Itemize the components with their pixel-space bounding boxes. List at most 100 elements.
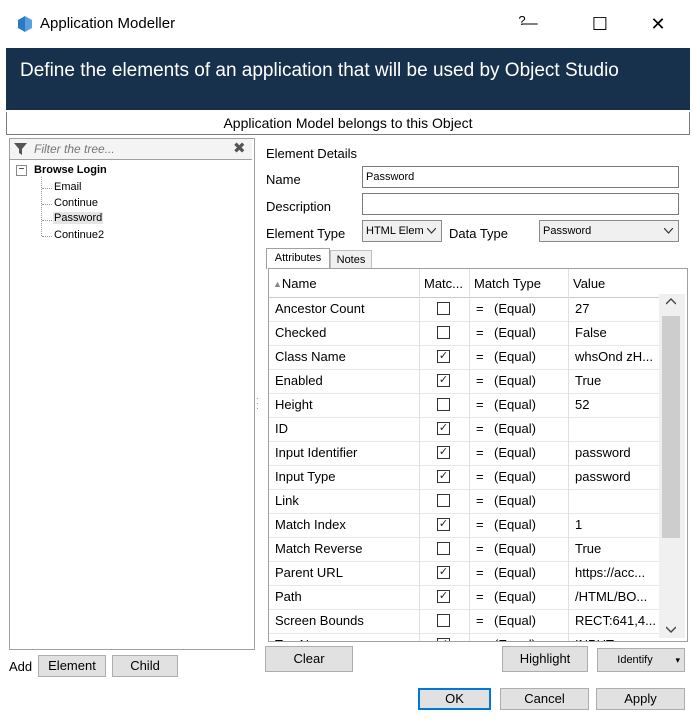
tree-item-email[interactable]: Email <box>54 181 82 193</box>
data-type-value: Password <box>543 225 592 237</box>
match-checkbox[interactable]: ✓ <box>437 374 450 387</box>
table-row[interactable]: Input Type = (Equal) password ✓ <box>269 465 661 490</box>
operator-cell: = <box>476 469 484 484</box>
attribute-name-cell: Ancestor Count <box>269 297 420 321</box>
tab-notes[interactable]: Notes <box>330 250 372 268</box>
chevron-down-icon <box>427 228 436 234</box>
highlight-button[interactable]: Highlight <box>502 646 588 672</box>
name-field[interactable]: Password <box>362 166 679 188</box>
match-checkbox[interactable] <box>437 542 450 555</box>
dropdown-arrow-icon: ▾ <box>675 655 680 665</box>
table-row[interactable]: Link = (Equal) <box>269 489 661 514</box>
tree-line <box>41 177 43 236</box>
tree-branch <box>42 220 52 221</box>
element-details-heading: Element Details <box>266 146 358 161</box>
table-row[interactable]: Tag Name =(Equal)INPUT ✓ <box>269 633 661 641</box>
operator-cell: = <box>476 589 484 604</box>
operator-cell: = <box>476 325 484 340</box>
data-type-select[interactable]: Password <box>539 220 679 242</box>
tree-item-password[interactable]: Password <box>53 212 104 224</box>
match-checkbox[interactable] <box>437 398 450 411</box>
match-type-cell: (Equal) <box>494 561 569 585</box>
match-type-cell: (Equal) <box>494 609 569 633</box>
maximize-icon: ☐ <box>591 13 609 34</box>
operator-cell: = <box>476 349 484 364</box>
data-type-label: Data Type <box>449 226 509 241</box>
match-checkbox[interactable]: ✓ <box>437 446 450 459</box>
tree-branch <box>42 204 52 205</box>
collapse-icon[interactable]: − <box>16 165 27 176</box>
attribute-name-cell: Path <box>269 585 420 609</box>
match-checkbox[interactable]: ✓ <box>437 470 450 483</box>
match-checkbox[interactable] <box>437 614 450 627</box>
table-row[interactable]: Enabled = (Equal) True ✓ <box>269 369 661 394</box>
splitter-grip[interactable]: · · · <box>256 395 259 413</box>
match-checkbox[interactable]: ✓ <box>437 638 450 641</box>
table-row[interactable]: Height = (Equal) 52 <box>269 393 661 418</box>
banner-text: Define the elements of an application th… <box>20 60 619 81</box>
attribute-name-cell: Enabled <box>269 369 420 393</box>
table-row[interactable]: Match Index = (Equal) 1 ✓ <box>269 513 661 538</box>
match-checkbox[interactable]: ✓ <box>437 350 450 363</box>
element-type-select[interactable]: HTML Elem <box>362 220 442 242</box>
close-button[interactable]: ✕ <box>638 8 678 40</box>
table-row[interactable]: Ancestor Count = (Equal) 27 <box>269 297 661 322</box>
help-button[interactable]: ? — <box>508 8 548 40</box>
table-row[interactable]: ID = (Equal) ✓ <box>269 417 661 442</box>
add-element-button[interactable]: Element <box>38 655 106 677</box>
match-checkbox[interactable]: ✓ <box>437 422 450 435</box>
clear-button[interactable]: Clear <box>265 646 353 672</box>
match-checkbox[interactable] <box>437 326 450 339</box>
ok-button[interactable]: OK <box>418 688 491 710</box>
attribute-value-cell: False <box>575 325 607 340</box>
scroll-down-icon[interactable] <box>666 626 676 633</box>
match-type-cell: (Equal) <box>494 441 569 465</box>
table-row[interactable]: Input Identifier = (Equal) password ✓ <box>269 441 661 466</box>
scroll-up-icon[interactable] <box>666 298 676 305</box>
table-row[interactable]: Screen Bounds = (Equal) RECT:641,4... <box>269 609 661 634</box>
operator-cell: = <box>476 445 484 460</box>
tree-root-browse-login[interactable]: Browse Login <box>34 164 107 176</box>
attribute-value-cell: RECT:641,4... <box>575 613 656 628</box>
match-checkbox[interactable]: ✓ <box>437 518 450 531</box>
attribute-name-cell: Screen Bounds <box>269 609 420 633</box>
tree-filter-input[interactable] <box>32 140 226 158</box>
match-checkbox[interactable] <box>437 302 450 315</box>
description-field[interactable] <box>362 193 679 215</box>
scrollbar-thumb[interactable] <box>662 316 680 538</box>
maximize-button[interactable]: ☐ <box>580 8 620 40</box>
match-checkbox[interactable] <box>437 494 450 507</box>
tree-filter-bar: ✖ <box>10 139 252 160</box>
clear-filter-icon[interactable]: ✖ <box>233 139 246 157</box>
identify-button[interactable]: Identify ▾ <box>597 648 685 672</box>
attribute-value-cell: True <box>575 373 602 388</box>
apply-button[interactable]: Apply <box>596 688 685 710</box>
match-type-cell: (Equal) <box>494 585 569 609</box>
match-type-cell: (Equal) <box>494 537 569 561</box>
table-row[interactable]: Class Name = (Equal) whsOnd zH... ✓ <box>269 345 661 370</box>
tree-item-continue[interactable]: Continue <box>54 197 98 209</box>
tab-attributes[interactable]: Attributes <box>266 248 330 269</box>
attribute-value-cell: password <box>575 445 631 460</box>
table-row[interactable]: Path = (Equal) /HTML/BO... ✓ <box>269 585 661 610</box>
tree-branch <box>42 236 52 237</box>
table-row[interactable]: Checked = (Equal) False <box>269 321 661 346</box>
col-header-name[interactable]: ▲Name <box>269 269 420 297</box>
table-row[interactable]: Parent URL = (Equal) https://acc... ✓ <box>269 561 661 586</box>
tree-item-continue2[interactable]: Continue2 <box>54 229 104 241</box>
col-header-match[interactable]: Matc... <box>420 269 470 297</box>
header-banner: Define the elements of an application th… <box>6 48 690 110</box>
table-row[interactable]: Match Reverse = (Equal) True <box>269 537 661 562</box>
match-checkbox[interactable]: ✓ <box>437 590 450 603</box>
object-ownership-label: Application Model belongs to this Object <box>6 112 690 135</box>
match-checkbox[interactable]: ✓ <box>437 566 450 579</box>
cancel-button[interactable]: Cancel <box>500 688 589 710</box>
operator-cell: = <box>470 633 494 641</box>
attribute-name-cell: ID <box>269 417 420 441</box>
add-child-button[interactable]: Child <box>112 655 178 677</box>
match-type-cell: (Equal) <box>494 417 569 441</box>
operator-cell: = <box>476 493 484 508</box>
col-header-value[interactable]: Value <box>569 269 661 297</box>
col-header-match-type[interactable]: Match Type <box>470 269 569 297</box>
name-label: Name <box>266 172 301 187</box>
